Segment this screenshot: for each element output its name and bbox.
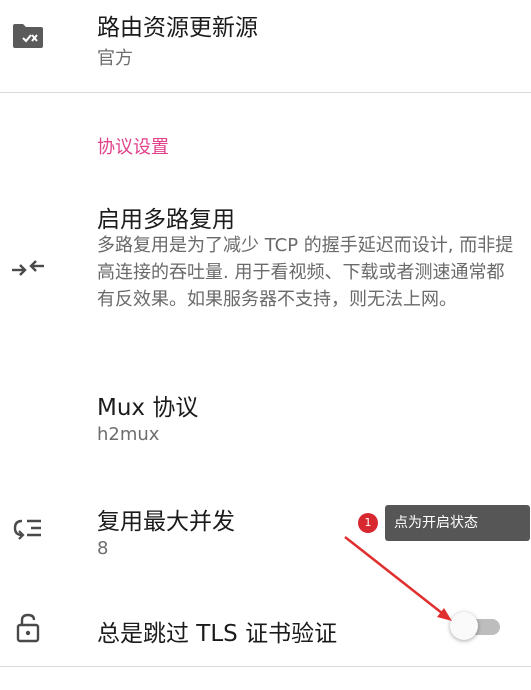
toggle-thumb	[450, 612, 478, 640]
annotation-badge: 1	[358, 513, 378, 533]
annotation-tooltip: 点为开启状态	[385, 505, 530, 541]
mux-protocol-title: Mux 协议	[97, 395, 199, 421]
mux-enable-description: 多路复用是为了减少 TCP 的握手延迟而设计, 而非提高连接的吞吐量. 用于看视…	[97, 235, 514, 310]
divider	[0, 666, 531, 667]
mux-protocol-row[interactable]: Mux 协议 h2mux	[0, 378, 531, 458]
tls-skip-toggle[interactable]	[450, 611, 502, 641]
mux-enable-title: 启用多路复用	[97, 207, 235, 233]
mux-concurrency-value: 8	[97, 538, 109, 559]
tls-skip-title: 总是跳过 TLS 证书验证	[97, 621, 338, 647]
folder-x-icon	[10, 18, 46, 54]
annotation-arrow	[344, 536, 452, 621]
list-loop-icon	[10, 510, 46, 546]
mux-enable-row[interactable]: 启用多路复用 多路复用是为了减少 TCP 的握手延迟而设计, 而非提高连接的吞吐…	[0, 190, 531, 340]
routing-source-value: 官方	[97, 48, 133, 69]
lock-icon	[10, 610, 46, 646]
protocol-section-header: 协议设置	[97, 137, 169, 158]
mux-protocol-value: h2mux	[97, 424, 160, 445]
routing-source-row[interactable]: 路由资源更新源 官方	[0, 0, 531, 92]
routing-source-title: 路由资源更新源	[97, 15, 258, 41]
divider	[0, 92, 531, 93]
arrows-in-icon	[10, 250, 46, 286]
mux-concurrency-title: 复用最大并发	[97, 509, 235, 535]
